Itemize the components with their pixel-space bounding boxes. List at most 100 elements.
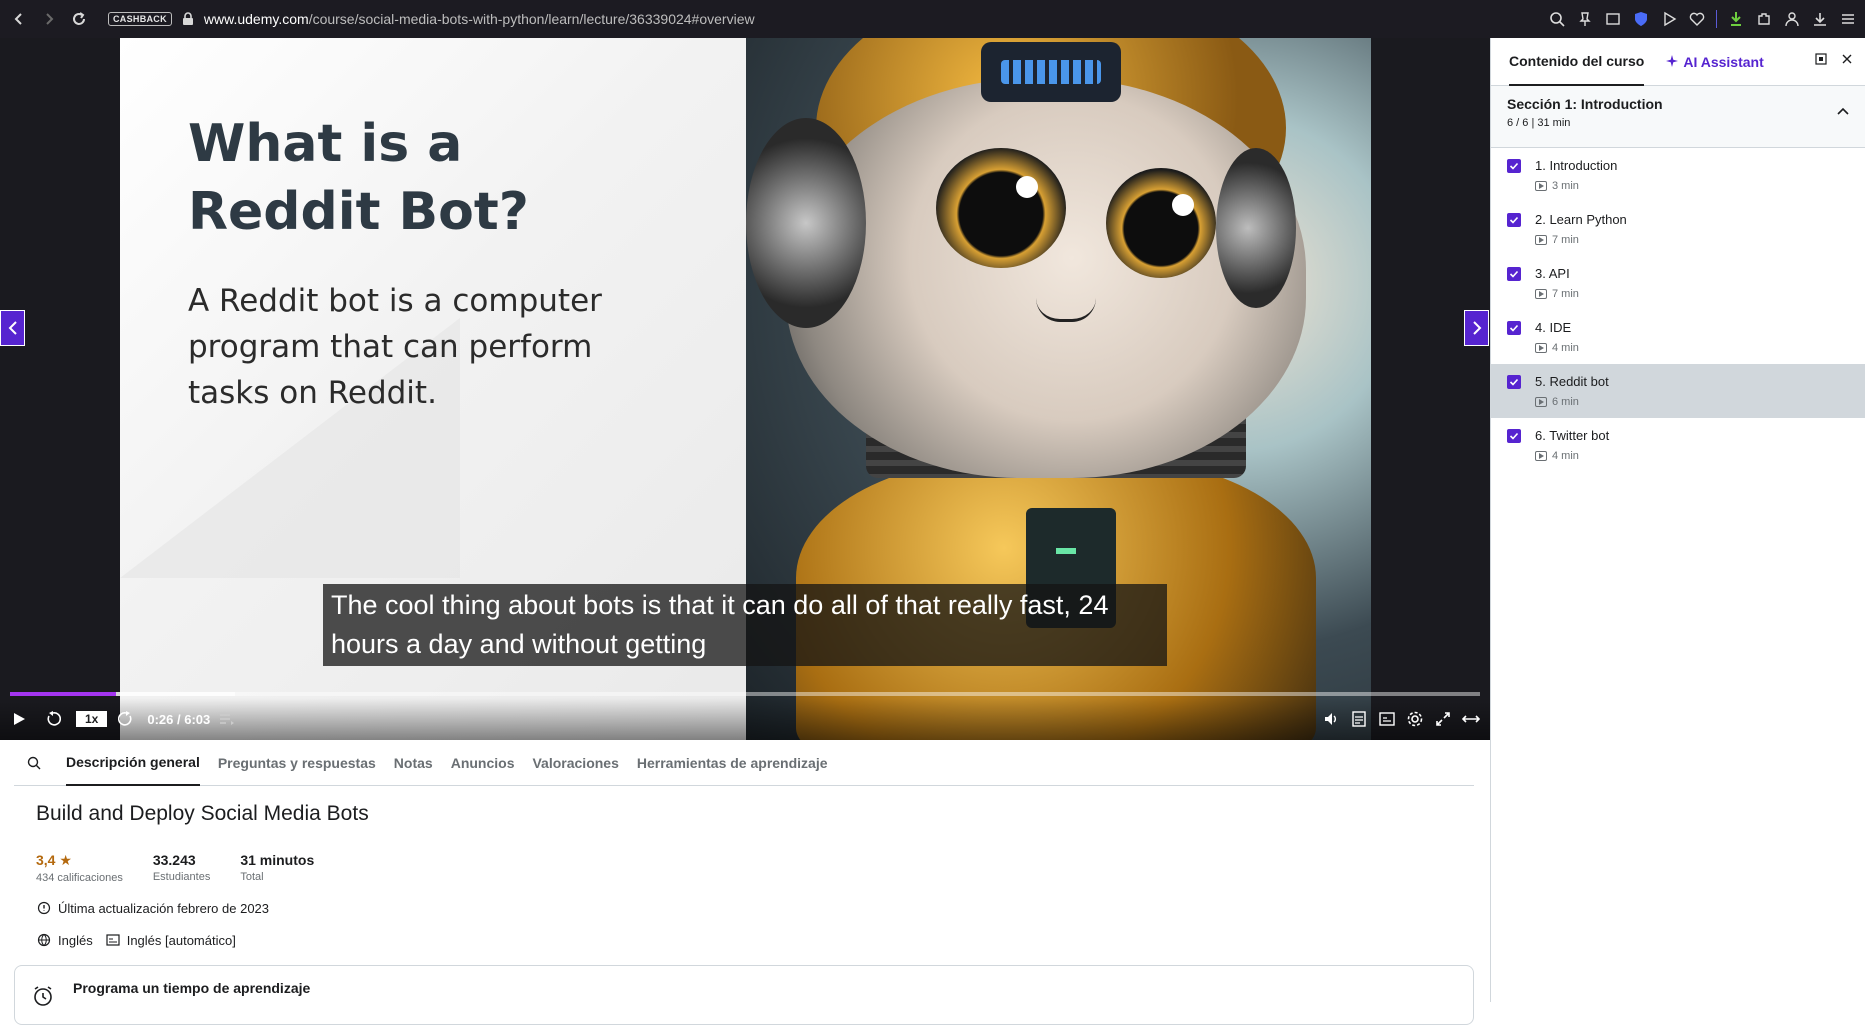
lecture-list: 1. Introduction 3 min 2. Learn Python 7 min… — [1491, 148, 1865, 472]
extensions-icon[interactable] — [1755, 10, 1773, 28]
chevron-up-icon[interactable] — [1837, 102, 1849, 120]
popout-icon[interactable] — [1815, 52, 1827, 70]
progress-bar[interactable] — [10, 692, 1480, 696]
lecture-duration-row: 7 min — [1535, 288, 1579, 300]
video-icon — [1535, 235, 1547, 245]
playlist-icon[interactable] — [216, 708, 238, 730]
play-icon[interactable] — [1660, 10, 1678, 28]
robot-visor — [981, 42, 1121, 102]
ai-assistant-label: AI Assistant — [1683, 53, 1764, 70]
play-button[interactable] — [8, 708, 30, 730]
course-title: Build and Deploy Social Media Bots — [36, 802, 369, 825]
tab-ai-assistant[interactable]: AI Assistant — [1666, 38, 1764, 86]
video-icon — [1535, 451, 1547, 461]
lecture-item[interactable]: 3. API 7 min — [1491, 256, 1865, 310]
duration-label: Total — [240, 871, 264, 883]
slide-title: What is a Reddit Bot? — [188, 114, 529, 242]
completed-checkbox[interactable] — [1507, 213, 1521, 227]
address-bar[interactable]: www.udemy.com/course/social-media-bots-w… — [204, 11, 755, 27]
lecture-duration: 4 min — [1552, 450, 1579, 462]
tab-qa[interactable]: Preguntas y respuestas — [218, 740, 376, 786]
completed-checkbox[interactable] — [1507, 375, 1521, 389]
lecture-item[interactable]: 6. Twitter bot 4 min — [1491, 418, 1865, 472]
lecture-duration: 6 min — [1552, 396, 1579, 408]
download-helper-icon[interactable] — [1727, 10, 1745, 28]
cashback-badge[interactable]: CASHBACK — [108, 12, 172, 26]
video-player[interactable]: What is a Reddit Bot? A Reddit bot is a … — [0, 38, 1490, 740]
lecture-duration: 3 min — [1552, 180, 1579, 192]
course-content-sidebar: Contenido del curso AI Assistant Sección… — [1490, 38, 1865, 1002]
close-icon[interactable] — [1841, 52, 1853, 70]
tab-announcements[interactable]: Anuncios — [451, 740, 515, 786]
account-icon[interactable] — [1783, 10, 1801, 28]
alert-icon — [36, 900, 52, 916]
time-display: 0:26 / 6:03 — [147, 711, 211, 727]
slide-body: A Reddit bot is a computer program that … — [188, 283, 602, 411]
lecture-text: 2. Learn Python 7 min — [1535, 212, 1627, 246]
duration-stat: 31 minutos Total — [240, 852, 314, 884]
zoom-icon[interactable] — [1548, 10, 1566, 28]
lecture-duration-row: 6 min — [1535, 396, 1609, 408]
globe-icon — [36, 932, 52, 948]
rating-value: 3,4 — [36, 852, 56, 868]
lecture-title: 3. API — [1535, 266, 1570, 281]
lecture-duration-row: 4 min — [1535, 450, 1609, 462]
heart-icon[interactable] — [1688, 10, 1706, 28]
robot-headphone-left — [746, 118, 866, 328]
robot-eye-left — [936, 148, 1066, 268]
last-updated-row: Última actualización febrero de 2023 — [36, 900, 269, 916]
sidebar-tabs: Contenido del curso AI Assistant — [1491, 38, 1865, 86]
settings-gear-icon[interactable] — [1404, 708, 1426, 730]
back-icon[interactable] — [8, 8, 30, 30]
schedule-learning-card[interactable]: Programa un tiempo de aprendizaje — [14, 965, 1474, 1025]
section-meta: 6 / 6 | 31 min — [1507, 117, 1571, 129]
forward-icon[interactable] — [115, 708, 137, 730]
schedule-title: Programa un tiempo de aprendizaje — [73, 980, 311, 996]
video-icon — [1535, 397, 1547, 407]
rating-value-row: 3,4 ★ — [36, 852, 123, 869]
video-caption: The cool thing about bots is that it can… — [323, 584, 1167, 666]
screenshot-icon[interactable] — [1604, 10, 1622, 28]
completed-checkbox[interactable] — [1507, 267, 1521, 281]
forward-icon[interactable] — [38, 8, 60, 30]
tab-course-content[interactable]: Contenido del curso — [1509, 38, 1645, 86]
tab-reviews[interactable]: Valoraciones — [532, 740, 618, 786]
language-row: Inglés Inglés [automático] — [36, 932, 236, 948]
tab-overview[interactable]: Descripción general — [66, 740, 200, 786]
rewind-icon[interactable] — [42, 708, 64, 730]
tab-learning-tools[interactable]: Herramientas de aprendizaje — [637, 740, 828, 786]
next-lecture-button[interactable] — [1464, 310, 1489, 346]
captions-icon — [105, 932, 121, 948]
completed-checkbox[interactable] — [1507, 321, 1521, 335]
playback-speed-button[interactable]: 1x — [76, 711, 108, 727]
transcript-icon[interactable] — [1348, 708, 1370, 730]
lecture-item[interactable]: 5. Reddit bot 6 min — [1491, 364, 1865, 418]
reload-icon[interactable] — [68, 8, 90, 30]
captions-icon[interactable] — [1376, 708, 1398, 730]
pin-icon[interactable] — [1576, 10, 1594, 28]
section-header[interactable]: Sección 1: Introduction 6 / 6 | 31 min — [1491, 86, 1865, 148]
browser-toolbar: CASHBACK www.udemy.com/course/social-med… — [0, 0, 1865, 38]
fullscreen-icon[interactable] — [1432, 708, 1454, 730]
url-domain: www.udemy.com — [203, 11, 309, 27]
students-label: Estudiantes — [152, 871, 211, 883]
video-icon — [1535, 289, 1547, 299]
previous-lecture-button[interactable] — [0, 310, 25, 346]
lecture-title: 6. Twitter bot — [1535, 428, 1610, 443]
tab-notes[interactable]: Notas — [394, 740, 433, 786]
lecture-item[interactable]: 4. IDE 4 min — [1491, 310, 1865, 364]
menu-icon[interactable] — [1839, 10, 1857, 28]
lecture-title: 1. Introduction — [1535, 158, 1618, 173]
captions-text: Inglés [automático] — [126, 932, 236, 948]
lock-icon[interactable] — [182, 12, 194, 26]
lecture-item[interactable]: 1. Introduction 3 min — [1491, 148, 1865, 202]
expand-icon[interactable] — [1460, 708, 1482, 730]
search-icon[interactable] — [14, 756, 54, 770]
robot-smile — [1036, 298, 1096, 322]
completed-checkbox[interactable] — [1507, 429, 1521, 443]
completed-checkbox[interactable] — [1507, 159, 1521, 173]
shield-icon[interactable] — [1632, 10, 1650, 28]
downloads-icon[interactable] — [1811, 10, 1829, 28]
lecture-item[interactable]: 2. Learn Python 7 min — [1491, 202, 1865, 256]
volume-icon[interactable] — [1320, 708, 1342, 730]
